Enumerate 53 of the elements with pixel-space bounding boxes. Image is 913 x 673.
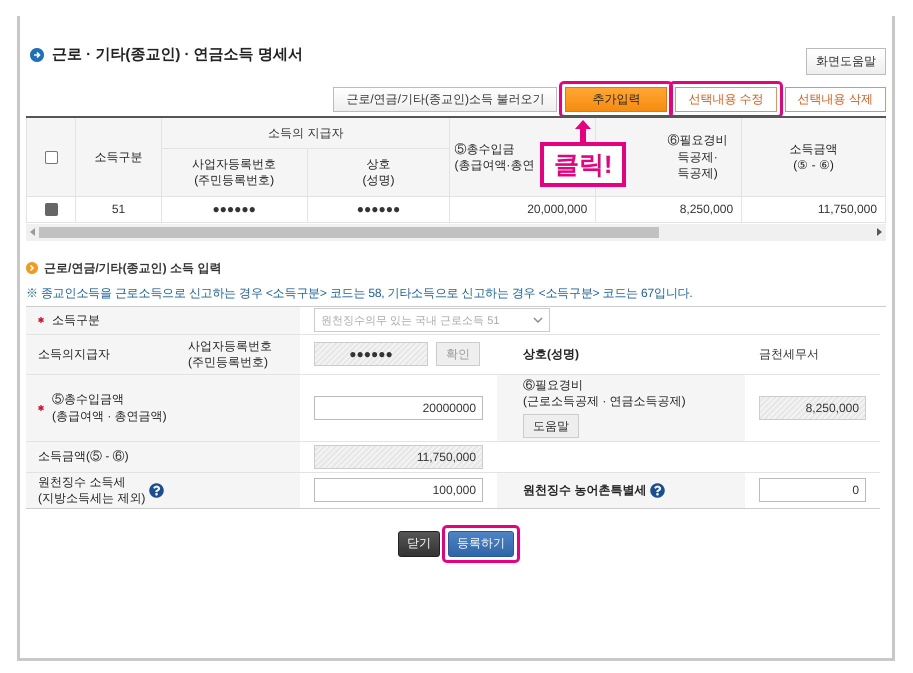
required-icon	[38, 317, 44, 323]
registration-number-field[interactable]: ●●●●●●	[314, 342, 428, 366]
table-cell: 51	[112, 202, 126, 216]
column-group-header: 소득의 지급자	[268, 124, 344, 141]
table-cell: ●●●●●●	[356, 202, 400, 216]
field-label: 소득의지급자	[38, 346, 110, 362]
rural-tax-field[interactable]: 0	[759, 478, 866, 502]
table-cell: 8,250,000	[680, 202, 734, 216]
table-cell: ●●●●●●	[212, 202, 256, 216]
toolbar-button[interactable]: 추가입력	[565, 87, 668, 112]
chevron-bullet-icon	[26, 262, 38, 274]
field-label: 소득금액(⑤ - ⑥)	[38, 448, 129, 465]
column-header: ⑤총수입금 (총급여액·총연	[454, 142, 534, 172]
row-checkbox[interactable]	[44, 203, 58, 216]
chevron-down-icon	[533, 317, 543, 323]
section-title: 근로/연금/기타(종교인) 소득 입력	[44, 260, 222, 276]
required-icon	[38, 404, 44, 410]
field-label: 소득구분	[52, 312, 100, 328]
field-label: 상호(성명)	[523, 346, 579, 362]
column-header: ⑥필요경비 득공제· 득공제)	[668, 133, 728, 180]
field-label: ⑤총수입금액 (총급여액 · 총연금액)	[52, 391, 167, 424]
page-title: 근로 · 기타(종교인) · 연금소득 명세서	[52, 45, 303, 64]
help-icon[interactable]	[149, 482, 164, 498]
expense-field[interactable]: 8,250,000	[759, 396, 866, 420]
field-label: 원천징수 소득세 (지방소득세는 제외)	[38, 474, 146, 506]
click-callout: 클릭!	[540, 142, 626, 187]
arrow-bullet-icon	[30, 48, 44, 62]
scroll-right-icon[interactable]	[877, 228, 882, 236]
toolbar-button[interactable]: 근로/연금/기타(종교인)소득 불러오기	[333, 87, 558, 112]
table-cell: 11,750,000	[818, 202, 877, 216]
income-tax-field[interactable]: 100,000	[314, 478, 483, 502]
up-arrow-icon	[575, 120, 592, 142]
toolbar-button[interactable]: 선택내용 수정	[675, 87, 777, 112]
help-button[interactable]: 도움말	[523, 414, 579, 438]
help-icon[interactable]	[650, 482, 666, 498]
field-label: ⑥필요경비 (근로소득공제 · 연금소득공제)	[523, 376, 686, 410]
select-all-checkbox[interactable]	[44, 150, 58, 164]
payer-name-text: 금천세무서	[759, 346, 819, 362]
field-label: 사업자등록번호 (주민등록번호)	[188, 338, 272, 370]
form-button[interactable]: 닫기	[398, 530, 440, 556]
table-cell: 20,000,000	[527, 202, 588, 216]
total-income-field[interactable]: 20000000	[314, 396, 483, 420]
form-button[interactable]: 등록하기	[448, 530, 514, 556]
horizontal-scrollbar[interactable]	[26, 224, 886, 240]
column-header: 소득금액 (⑤ - ⑥)	[790, 142, 838, 172]
column-header: 상호 (성명)	[362, 156, 395, 187]
column-header: 사업자등록번호 (주민등록번호)	[192, 156, 276, 187]
field-label: 원천징수 농어촌특별세	[523, 482, 646, 498]
column-header: 소득구분	[94, 150, 143, 164]
notice-text: ※ 종교인소득을 근로소득으로 신고하는 경우 <소득구분> 코드는 58, 기타소득으로 신고하는 경우 <소득구분> 코드는 67입니다.	[26, 284, 694, 302]
toolbar-button[interactable]: 선택내용 삭제	[784, 87, 886, 112]
income-amount-field[interactable]: 11,750,000	[314, 444, 483, 468]
screen-help-button[interactable]: 화면도움말	[806, 48, 886, 75]
